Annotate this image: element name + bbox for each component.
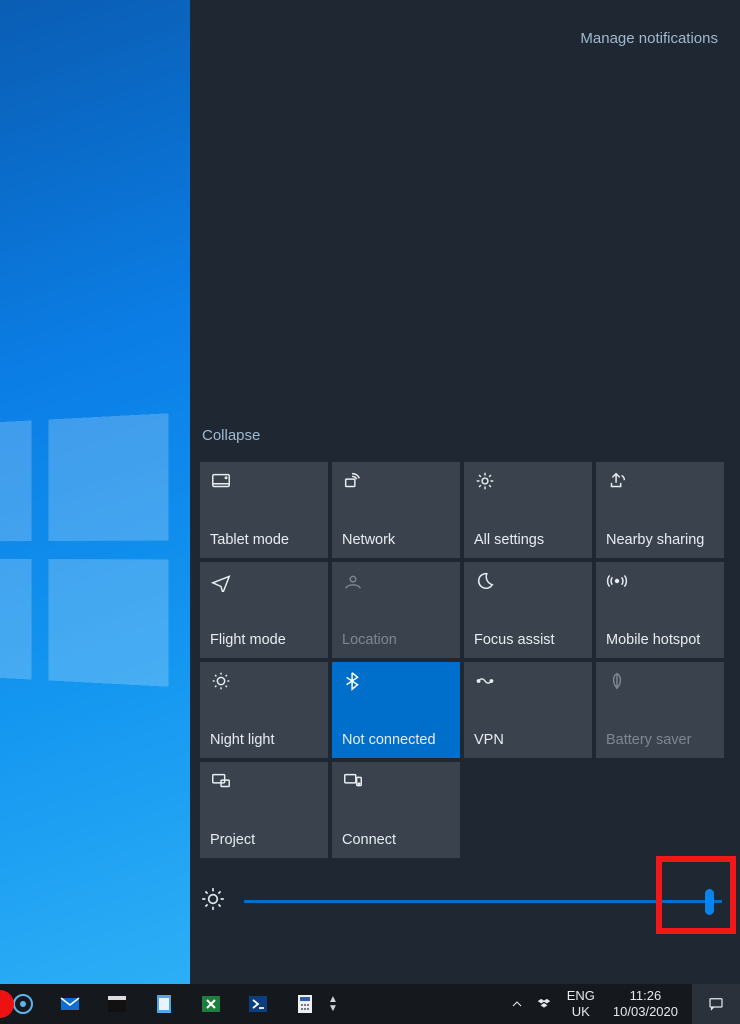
tile-label: Battery saver <box>606 732 714 748</box>
project-icon <box>210 770 232 792</box>
tile-label: Mobile hotspot <box>606 632 714 648</box>
tile-vpn[interactable]: VPN <box>464 662 592 758</box>
connect-icon <box>342 770 364 792</box>
tablet-icon <box>210 470 232 492</box>
hotspot-icon <box>606 570 628 592</box>
brightness-icon <box>200 886 226 917</box>
brightness-row <box>200 876 730 926</box>
tile-label: Network <box>342 532 450 548</box>
tile-night-light[interactable]: Night light <box>200 662 328 758</box>
tile-focus-assist[interactable]: Focus assist <box>464 562 592 658</box>
gear-icon <box>474 470 496 492</box>
windows-logo <box>0 413 169 687</box>
tile-label: Location <box>342 632 450 648</box>
taskbar-app-powershell[interactable] <box>235 984 281 1024</box>
quick-action-tiles: Tablet mode Network All settings Nearby … <box>200 462 730 858</box>
tile-label: Connect <box>342 832 450 848</box>
tile-connect[interactable]: Connect <box>332 762 460 858</box>
tray-dropbox-icon[interactable] <box>531 984 559 1024</box>
tile-tablet-mode[interactable]: Tablet mode <box>200 462 328 558</box>
action-center-button[interactable] <box>692 984 740 1024</box>
tile-all-settings[interactable]: All settings <box>464 462 592 558</box>
clock-date: 10/03/2020 <box>613 1004 678 1020</box>
manage-notifications-link[interactable]: Manage notifications <box>580 30 718 47</box>
share-icon <box>606 470 628 492</box>
bluetooth-icon <box>342 670 364 692</box>
tile-flight-mode[interactable]: Flight mode <box>200 562 328 658</box>
tile-project[interactable]: Project <box>200 762 328 858</box>
moon-icon <box>474 570 496 592</box>
tray-show-hidden[interactable] <box>503 984 531 1024</box>
tile-label: Flight mode <box>210 632 318 648</box>
leaf-icon <box>606 670 628 692</box>
taskbar-app-excel[interactable] <box>188 984 234 1024</box>
network-icon <box>342 470 364 492</box>
taskbar-app-calculator[interactable] <box>282 984 328 1024</box>
taskbar-pinned-apps: ▲▼ <box>0 984 337 1024</box>
tile-label: VPN <box>474 732 582 748</box>
taskbar-app-notepad[interactable] <box>141 984 187 1024</box>
taskbar-overflow[interactable]: ▲▼ <box>329 984 337 1024</box>
tile-label: Not connected <box>342 732 450 748</box>
language-region: UK <box>567 1004 595 1020</box>
clock-time: 11:26 <box>613 988 678 1004</box>
tile-label: All settings <box>474 532 582 548</box>
vpn-icon <box>474 670 496 692</box>
location-icon <box>342 570 364 592</box>
nightlight-icon <box>210 670 232 692</box>
tile-label: Focus assist <box>474 632 582 648</box>
tile-battery-saver[interactable]: Battery saver <box>596 662 724 758</box>
language-code: ENG <box>567 988 595 1004</box>
collapse-link[interactable]: Collapse <box>202 427 260 444</box>
tile-bluetooth[interactable]: Not connected <box>332 662 460 758</box>
tile-network[interactable]: Network <box>332 462 460 558</box>
tile-nearby-sharing[interactable]: Nearby sharing <box>596 462 724 558</box>
language-indicator[interactable]: ENG UK <box>559 988 603 1020</box>
plane-icon <box>210 570 232 592</box>
tile-label: Project <box>210 832 318 848</box>
taskbar-app-terminal[interactable] <box>94 984 140 1024</box>
tile-label: Tablet mode <box>210 532 318 548</box>
tile-mobile-hotspot[interactable]: Mobile hotspot <box>596 562 724 658</box>
tile-label: Night light <box>210 732 318 748</box>
brightness-thumb[interactable] <box>705 889 714 915</box>
taskbar-tray: ENG UK 11:26 10/03/2020 <box>503 984 740 1024</box>
clock[interactable]: 11:26 10/03/2020 <box>603 988 688 1020</box>
action-center-panel: Manage notifications Collapse Tablet mod… <box>190 0 740 984</box>
tile-location[interactable]: Location <box>332 562 460 658</box>
brightness-slider[interactable] <box>244 900 722 903</box>
taskbar: ▲▼ ENG UK 11:26 10/03/2020 <box>0 984 740 1024</box>
tile-label: Nearby sharing <box>606 532 714 548</box>
taskbar-app-mail[interactable] <box>47 984 93 1024</box>
